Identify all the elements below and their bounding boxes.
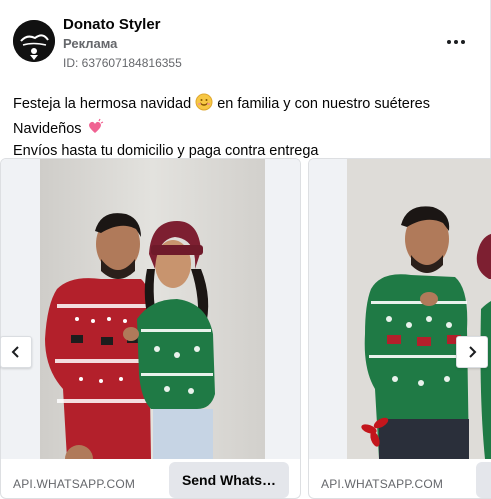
product-photo[interactable] <box>309 159 491 459</box>
post-text-line2: Navideños <box>13 120 82 137</box>
page-name[interactable]: Donato Styler <box>63 16 161 33</box>
card-domain: API.WHATSAPP.COM <box>13 477 136 491</box>
carousel-card[interactable]: API.WHATSAPP.COM <box>0 158 301 499</box>
page-avatar[interactable] <box>13 20 55 62</box>
card-image-area <box>1 159 301 473</box>
carousel-next-button[interactable] <box>456 336 488 368</box>
post-text-line3: Envíos hasta tu domicilio y paga contra … <box>13 143 319 159</box>
chevron-left-icon <box>11 346 19 358</box>
carousel-prev-button[interactable] <box>0 336 32 368</box>
more-options-button[interactable] <box>440 30 472 54</box>
heart-icon <box>86 118 104 143</box>
more-options-icon-dot <box>454 40 458 44</box>
more-options-icon-dot <box>461 40 465 44</box>
carousel-card[interactable]: API.WHATSAPP.COM <box>308 158 491 499</box>
card-image-area <box>309 159 491 459</box>
send-whatsapp-button[interactable]: Send Whats… <box>169 462 289 498</box>
ad-id: ID: 637607184816355 <box>63 56 182 70</box>
smiling-face-icon <box>195 93 213 118</box>
carousel: API.WHATSAPP.COM Send Whats… API.WHATSAP… <box>0 158 491 499</box>
chevron-right-icon <box>469 346 477 358</box>
post-text-line1a: Festeja la hermosa navidad <box>13 96 192 112</box>
sponsored-label: Реклама <box>63 36 118 51</box>
post-text: Festeja la hermosa navidad en familia y … <box>13 93 483 162</box>
card-domain: API.WHATSAPP.COM <box>321 477 444 491</box>
post-text-line1b: en familia y con nuestro suéteres <box>217 96 430 112</box>
product-photo[interactable] <box>1 159 301 473</box>
more-options-icon <box>447 40 451 44</box>
send-whatsapp-button-partial[interactable] <box>476 462 491 498</box>
logo-image <box>13 20 55 62</box>
ad-post: Donato Styler Реклама ID: 63760718481635… <box>0 0 491 499</box>
